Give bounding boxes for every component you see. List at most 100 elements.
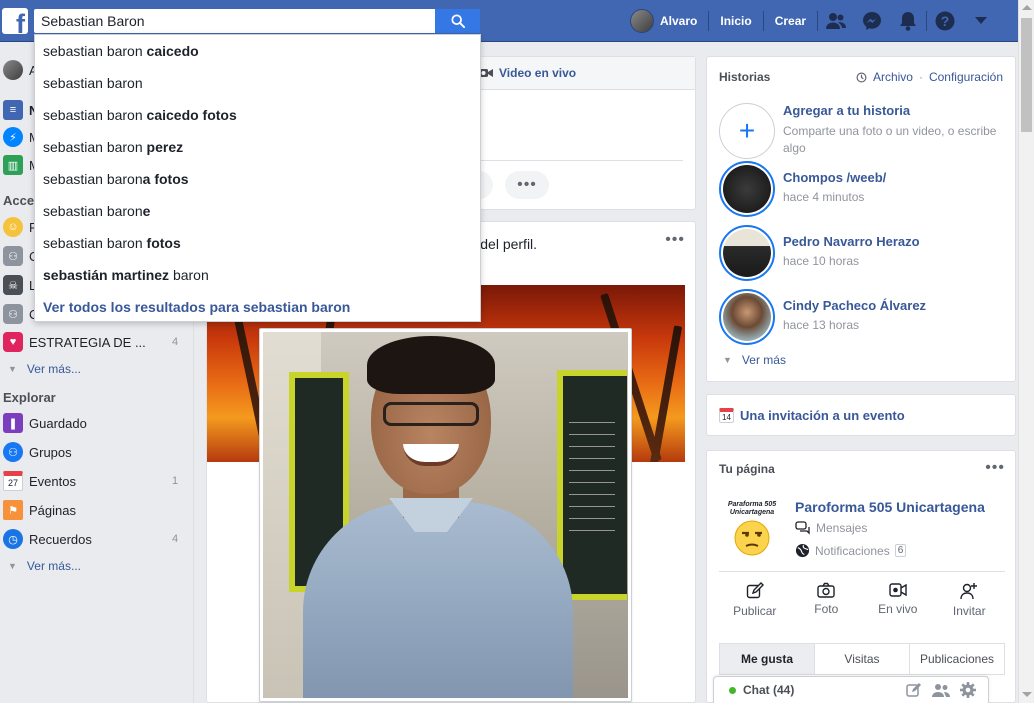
sidebar-item-pages[interactable]: ⚑ Páginas: [0, 496, 194, 524]
your-page-title: Tu página: [719, 462, 775, 476]
action-label: Publicar: [733, 604, 777, 618]
scroll-up-arrow-icon[interactable]: [1022, 5, 1032, 10]
page-stats-tabs: Me gusta Visitas Publicaciones: [719, 643, 1005, 675]
search-suggestion[interactable]: sebastian barone: [35, 195, 480, 227]
sidebar-item-saved[interactable]: ❚ Guardado: [0, 409, 194, 437]
composer-more-button[interactable]: •••: [505, 171, 549, 199]
post-options-button[interactable]: •••: [665, 231, 685, 249]
count-badge: 4: [172, 336, 179, 348]
photo-background: [569, 422, 615, 542]
pencil-square-icon: [746, 582, 764, 599]
add-story[interactable]: + Agregar a tu historia Comparte una fot…: [719, 103, 1009, 159]
explore-heading: Explorar: [3, 390, 56, 405]
see-all-results-link[interactable]: Ver todos los resultados para sebastian …: [35, 291, 480, 323]
search-button[interactable]: [435, 9, 480, 33]
story-avatar: [719, 161, 775, 217]
see-more-explore-link[interactable]: ▼ Ver más...: [8, 559, 81, 573]
unamused-face-icon: [734, 520, 770, 556]
search-suggestion[interactable]: sebastián martinez baron: [35, 259, 480, 291]
search-suggestion[interactable]: sebastian baron fotos: [35, 227, 480, 259]
scroll-down-arrow-icon[interactable]: [1022, 692, 1032, 697]
see-more-shortcuts-link[interactable]: ▼ Ver más...: [8, 362, 81, 376]
chevron-down-icon: ▼: [8, 561, 17, 571]
sidebar-item-events[interactable]: 27 Eventos 1: [0, 467, 194, 495]
history-icon: [856, 72, 867, 82]
page-summary: Paraforma 505 Unicartagena Paroforma 505…: [719, 499, 1005, 571]
event-invitation[interactable]: 14 Una invitación a un evento: [706, 394, 1016, 436]
page-publish-button[interactable]: Publicar: [719, 572, 791, 629]
profile-link[interactable]: Alvaro: [630, 0, 708, 42]
search-suggestion[interactable]: sebastian baron caicedo: [35, 35, 480, 67]
compose-icon[interactable]: [906, 682, 922, 698]
sidebar-item-memories[interactable]: ◷ Recuerdos 4: [0, 525, 194, 553]
your-page-panel: Tu página ••• Paraforma 505 Unicartagena…: [706, 450, 1016, 703]
tab-live-video[interactable]: Video en vivo: [479, 66, 576, 80]
story-time: hace 4 minutos: [783, 190, 865, 204]
photo-person: [383, 402, 479, 426]
scrollbar-thumb[interactable]: [1021, 18, 1032, 132]
facebook-logo-icon[interactable]: f: [2, 8, 28, 34]
tab-visits[interactable]: Visitas: [814, 644, 909, 674]
notifications-button[interactable]: [890, 0, 926, 42]
help-icon: ?: [935, 11, 955, 31]
sidebar-shortcut-estrategia[interactable]: ♥ ESTRATEGIA DE ... 4: [0, 328, 194, 356]
event-invitation-label: Una invitación a un evento: [740, 408, 905, 423]
create-link[interactable]: Crear: [764, 14, 817, 28]
broken-heart-icon: ♥: [3, 332, 23, 352]
your-page-options-button[interactable]: •••: [985, 459, 1005, 477]
new-group-icon[interactable]: [932, 682, 950, 698]
search-icon: [450, 14, 465, 28]
avatar: [630, 9, 654, 33]
friends-icon: [826, 13, 847, 29]
sidebar-item-label: Recuerdos: [29, 531, 92, 547]
page-photo-button[interactable]: Foto: [791, 572, 863, 629]
search-suggestion[interactable]: sebastian baron caicedo fotos: [35, 99, 480, 131]
see-more-stories-link[interactable]: ▼ Ver más: [723, 353, 786, 367]
tab-likes[interactable]: Me gusta: [720, 644, 814, 674]
page-messages-link[interactable]: Mensajes: [795, 521, 867, 535]
search-input[interactable]: Sebastian Baron: [34, 9, 435, 33]
video-camera-icon: [479, 69, 493, 77]
shortcuts-heading: Acce: [3, 193, 35, 208]
chat-bar[interactable]: Chat (44): [713, 676, 989, 703]
action-label: Invitar: [952, 604, 986, 618]
home-link[interactable]: Inicio: [709, 14, 762, 28]
action-label: Foto: [814, 602, 839, 616]
plus-icon: +: [719, 103, 775, 159]
story-item[interactable]: Pedro Navarro Herazo hace 10 horas: [719, 225, 1009, 281]
camera-icon: [817, 582, 835, 598]
suggestion-highlight: a fotos: [142, 171, 189, 187]
calendar-icon: 14: [719, 408, 734, 423]
separator-dot: ·: [918, 70, 923, 84]
account-menu-button[interactable]: [963, 0, 999, 42]
top-nav-right: Alvaro Inicio Crear ?: [630, 0, 999, 42]
page-name-link[interactable]: Paroforma 505 Unicartagena: [795, 499, 985, 515]
page-scrollbar[interactable]: [1018, 0, 1034, 703]
page-live-button[interactable]: En vivo: [862, 572, 934, 629]
page-notifications-link[interactable]: Notificaciones 6: [795, 543, 907, 558]
archive-link[interactable]: Archivo: [873, 70, 913, 84]
story-avatar: [719, 289, 775, 345]
search-suggestion[interactable]: sebastian baron perez: [35, 131, 480, 163]
friend-requests-button[interactable]: [818, 0, 854, 42]
search-suggestion[interactable]: sebastian barona fotos: [35, 163, 480, 195]
skull-icon: ☠: [3, 275, 23, 295]
page-invite-button[interactable]: Invitar: [934, 572, 1006, 629]
sidebar-item-label: Grupos: [29, 444, 72, 460]
gear-icon[interactable]: [960, 682, 976, 698]
suggestion-text: sebastian baron: [43, 107, 147, 123]
messenger-button[interactable]: [854, 0, 890, 42]
help-button[interactable]: ?: [927, 0, 963, 42]
story-item[interactable]: Cindy Pacheco Álvarez hace 13 horas: [719, 289, 1009, 345]
bell-icon: [900, 12, 917, 31]
search-suggestion[interactable]: sebastian baron: [35, 67, 480, 99]
chat-bubbles-icon: [795, 521, 810, 535]
profile-photo[interactable]: [259, 328, 632, 702]
composer-option-pill[interactable]: [479, 171, 493, 199]
story-item[interactable]: Chompos /weeb/ hace 4 minutos: [719, 161, 1009, 217]
page-logo[interactable]: Paraforma 505 Unicartagena: [721, 501, 783, 563]
settings-link[interactable]: Configuración: [929, 70, 1003, 84]
sidebar-item-groups[interactable]: ⚇ Grupos: [0, 438, 194, 466]
tab-posts[interactable]: Publicaciones: [909, 644, 1004, 674]
suggestion-highlight: fotos: [146, 235, 181, 251]
